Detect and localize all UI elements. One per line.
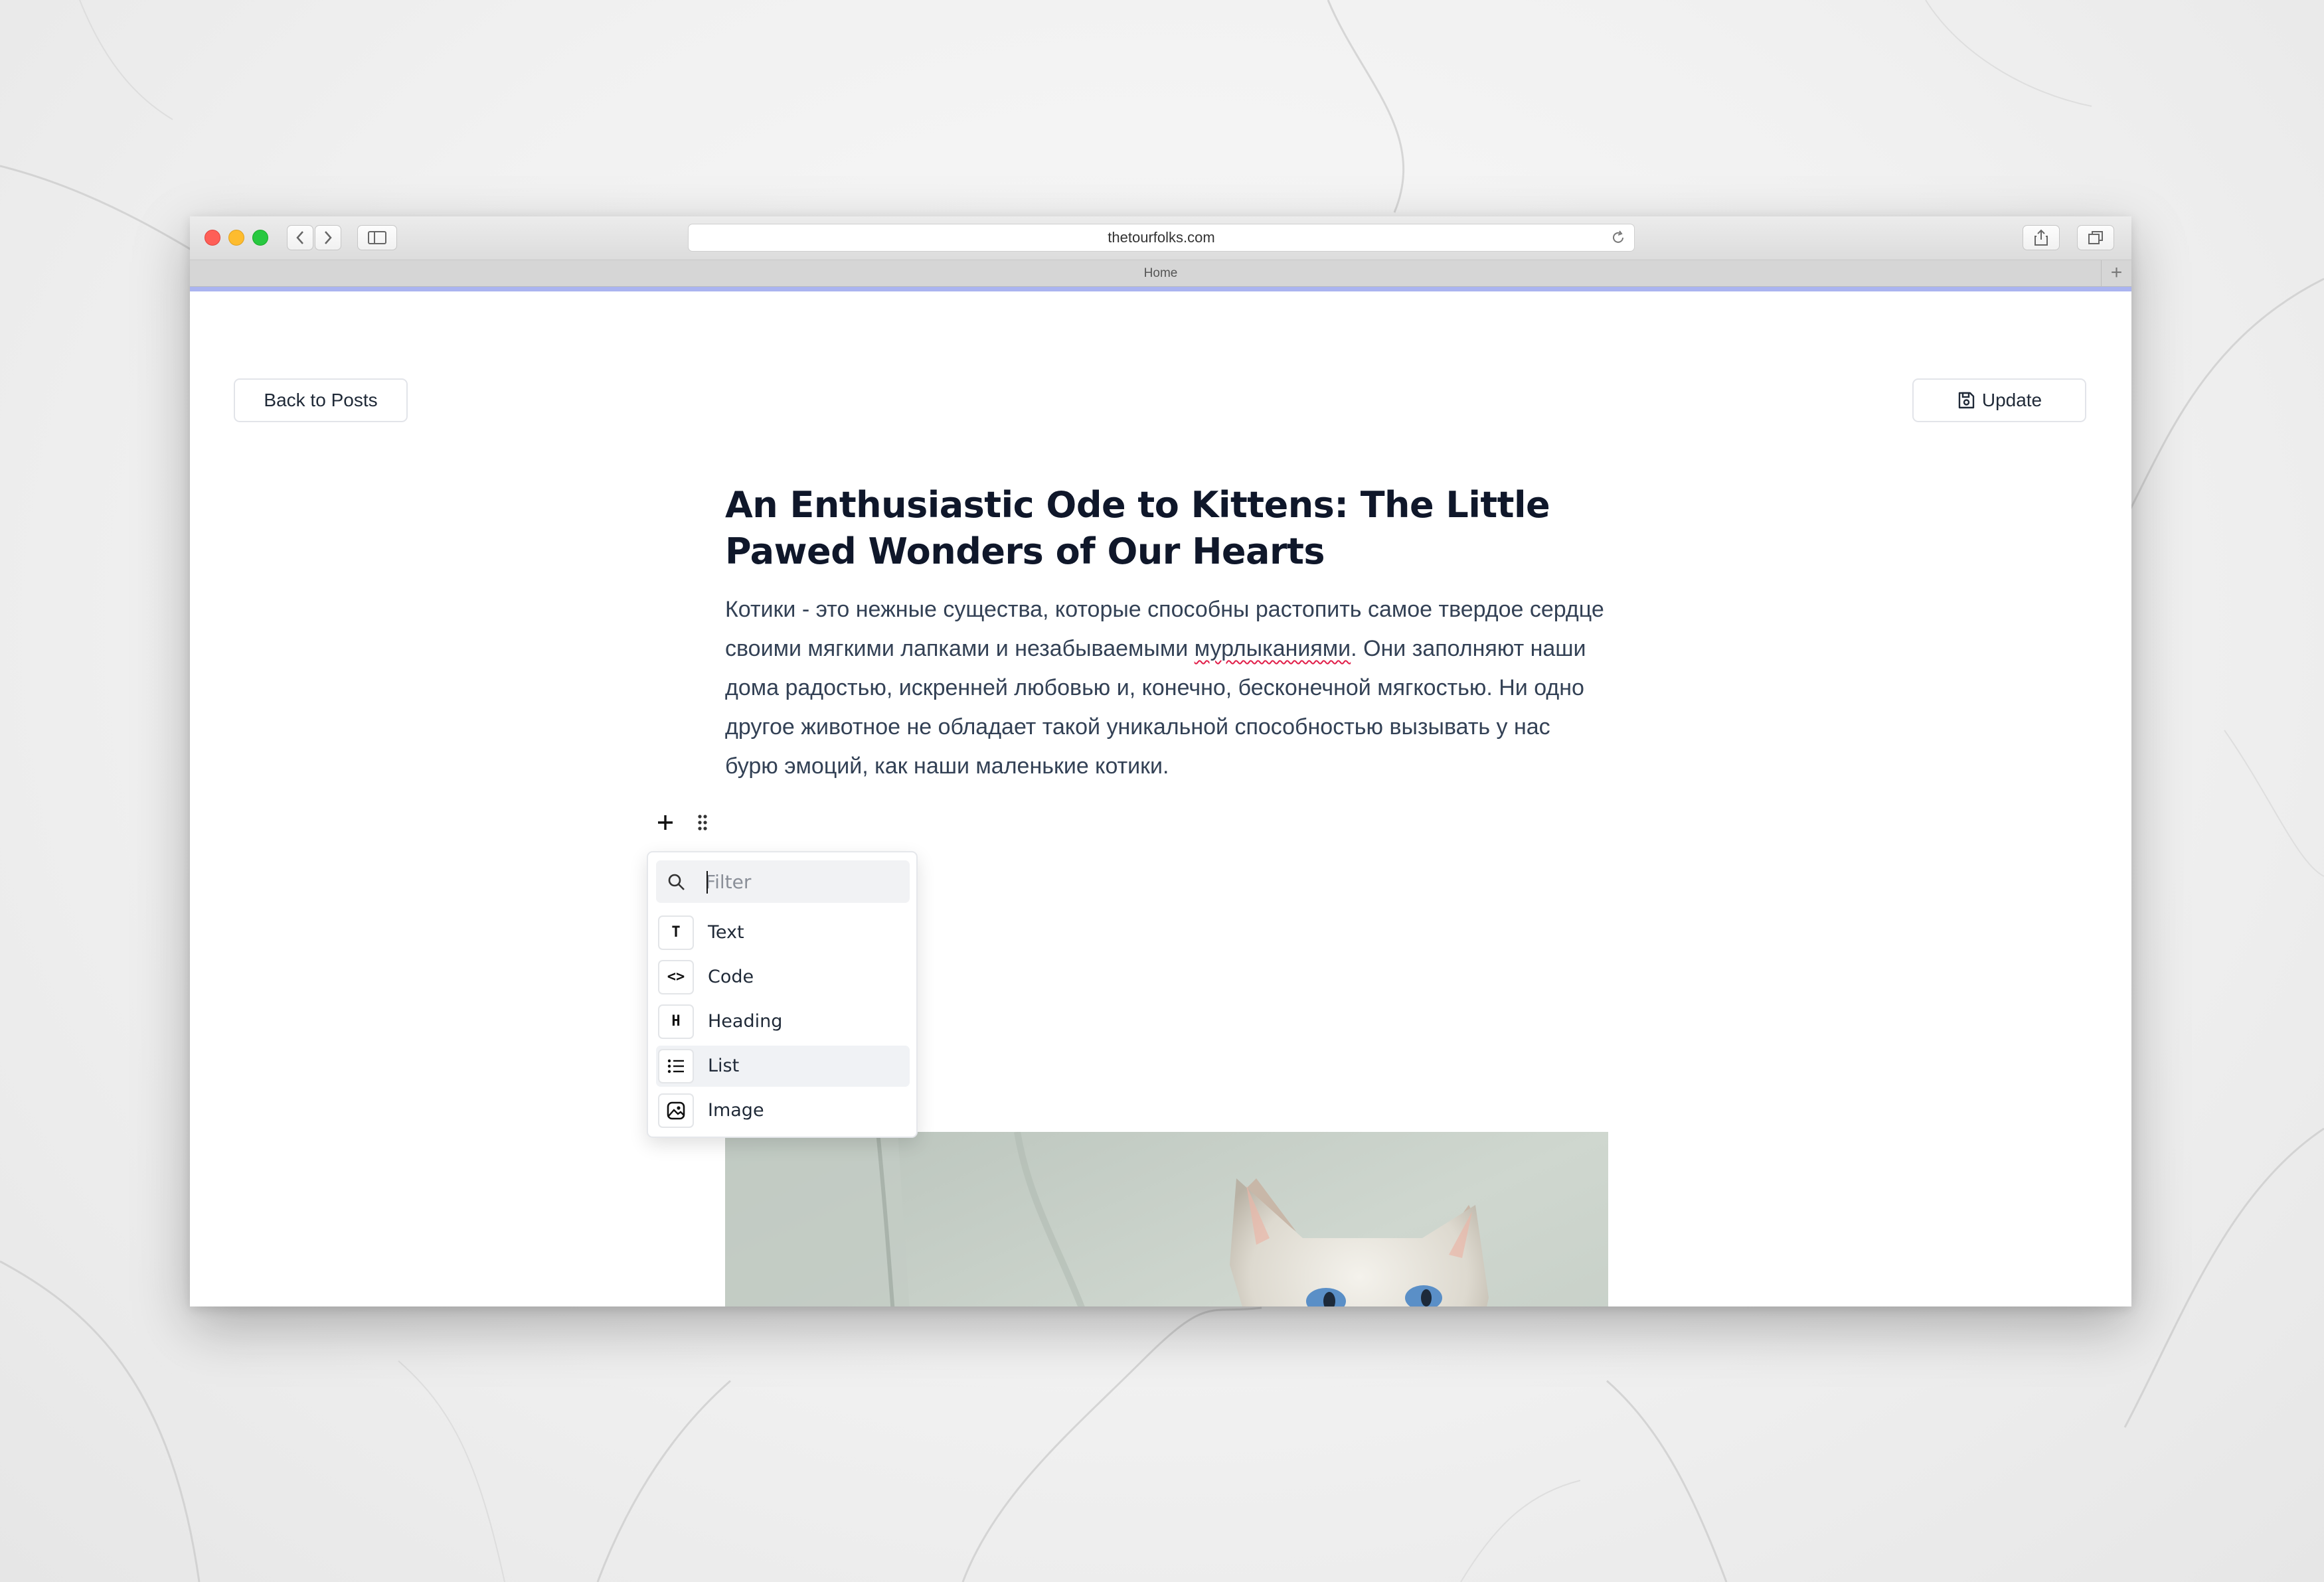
chevron-left-icon [296,231,303,244]
misspelled-word: мурлыканиями [1194,636,1351,661]
share-icon [2034,229,2048,246]
tabs-overview-button[interactable] [2077,225,2114,250]
menu-item-list[interactable]: List [656,1046,910,1087]
zoom-window-button[interactable] [252,230,268,246]
close-window-button[interactable] [205,230,220,246]
forward-nav-button[interactable] [315,225,341,250]
tab-home[interactable]: Home [1144,266,1178,280]
list-icon [658,1049,694,1083]
sidebar-toggle-button[interactable] [357,225,397,250]
menu-item-label: Image [708,1100,764,1121]
menu-item-label: Heading [708,1011,783,1032]
post-image[interactable] [725,1132,1608,1306]
back-to-posts-label: Back to Posts [264,390,378,410]
address-bar[interactable]: thetourfolks.com [688,224,1635,252]
post-paragraph[interactable]: Котики - это нежные существа, которые сп… [725,590,1608,786]
post-title[interactable]: An Enthusiastic Ode to Kittens: The Litt… [725,482,1608,575]
text-type-icon: T [658,915,694,950]
add-block-icon[interactable] [653,811,677,834]
menu-item-label: Code [708,967,754,987]
back-to-posts-button[interactable]: Back to Posts [234,378,408,422]
menu-item-heading[interactable]: H Heading [656,1001,910,1042]
menu-item-label: Text [708,922,744,943]
update-label: Update [1981,390,2042,410]
menu-item-code[interactable]: <> Code [656,957,910,998]
drag-handle-icon[interactable] [691,811,714,834]
chevron-right-icon [325,231,332,244]
sidebar-icon [368,231,386,244]
code-icon: <> [658,960,694,994]
reload-icon[interactable] [1610,230,1626,246]
tabs-icon [2088,231,2103,244]
image-icon [658,1093,694,1128]
browser-window: thetourfolks.com Home + Back to Posts Up… [190,216,2131,1306]
url-text: thetourfolks.com [1108,229,1215,246]
cat-shirt-image [725,1132,1608,1306]
menu-item-label: List [708,1056,740,1076]
heading-icon: H [658,1004,694,1039]
page-load-progress [190,287,2131,291]
filter-field[interactable] [656,860,910,903]
block-type-menu: T Text <> Code H Heading List [647,851,918,1138]
filter-input[interactable] [705,867,898,896]
text-caret [706,871,708,894]
new-tab-button[interactable]: + [2101,260,2131,287]
update-button[interactable]: Update [1912,378,2086,422]
menu-item-text[interactable]: T Text [656,912,910,953]
menu-item-image[interactable]: Image [656,1090,910,1131]
share-button[interactable] [2023,225,2060,250]
tab-bar: Home + [190,260,2131,287]
editor-page: Back to Posts Update An Enthusiastic Ode… [190,291,2131,1306]
save-icon [1958,392,1975,409]
search-icon [668,874,685,890]
minimize-window-button[interactable] [228,230,244,246]
browser-toolbar: thetourfolks.com [190,216,2131,260]
back-nav-button[interactable] [287,225,313,250]
